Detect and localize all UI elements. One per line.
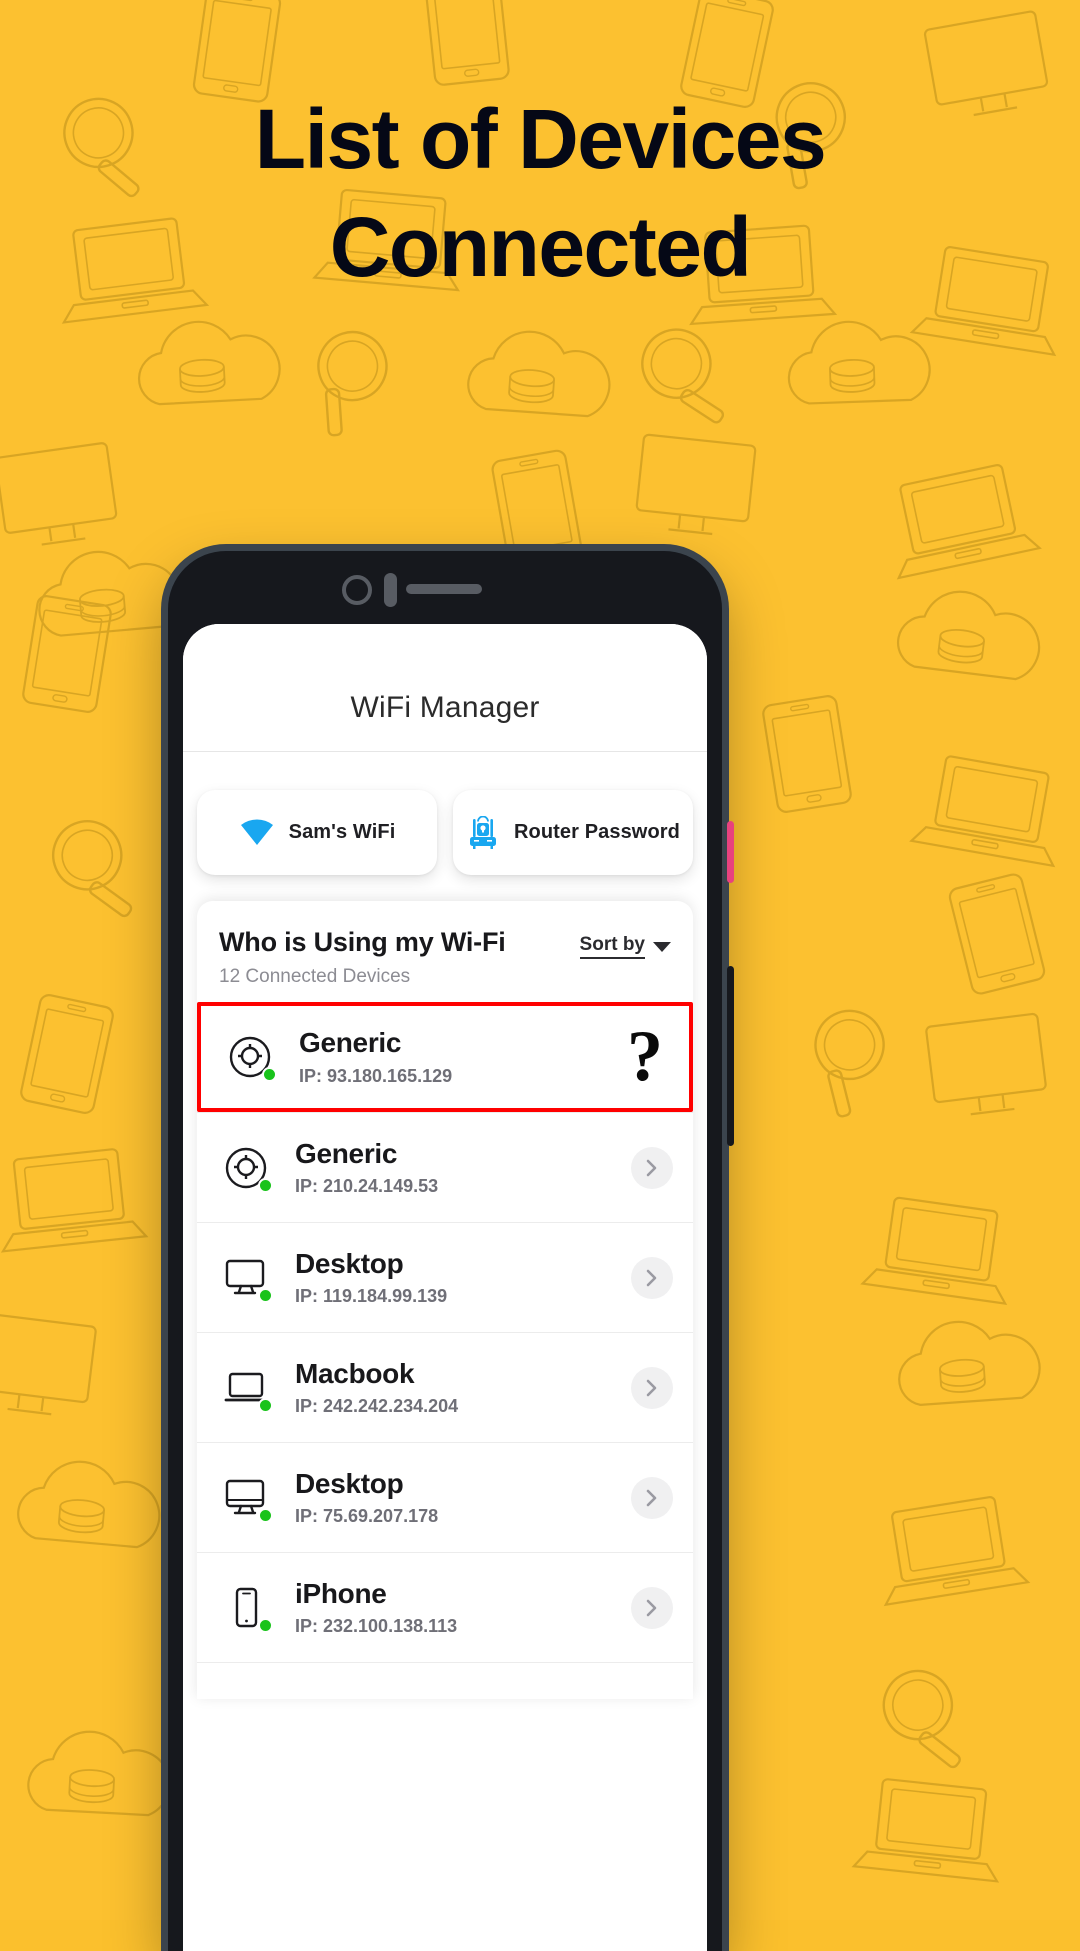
device-name: Generic bbox=[295, 1137, 398, 1169]
tab-sams-wifi[interactable]: Sam's WiFi bbox=[197, 790, 437, 875]
headline-line-2: Connected bbox=[329, 199, 752, 294]
app-title: WiFi Manager bbox=[350, 691, 540, 724]
laptop-icon bbox=[217, 1359, 275, 1417]
phone-icon bbox=[217, 1579, 275, 1637]
device-row-partial[interactable] bbox=[197, 1662, 693, 1699]
chevron-right-icon[interactable] bbox=[631, 1366, 673, 1409]
chevron-right-icon[interactable] bbox=[631, 1146, 673, 1189]
card-header-text: Who is Using my Wi-Fi 12 Connected Devic… bbox=[219, 927, 506, 988]
wifi-icon bbox=[239, 818, 275, 847]
phone-top-bezel bbox=[168, 551, 722, 624]
router-lock-icon bbox=[466, 815, 500, 850]
device-ip: IP: 75.69.207.178 bbox=[295, 1506, 439, 1527]
question-mark-icon: ? bbox=[627, 1016, 663, 1097]
device-row[interactable]: Macbook IP: 242.242.234.204 bbox=[197, 1332, 693, 1442]
proximity-sensor-icon bbox=[384, 573, 397, 607]
device-name: iPhone bbox=[295, 1577, 387, 1609]
earpiece-speaker-icon bbox=[406, 584, 482, 594]
chevron-right-icon[interactable] bbox=[631, 1256, 673, 1299]
card-title: Who is Using my Wi-Fi bbox=[219, 927, 506, 957]
device-ip: IP: 232.100.138.113 bbox=[295, 1616, 458, 1637]
connected-devices-count: 12 Connected Devices bbox=[219, 966, 411, 987]
device-name: Desktop bbox=[295, 1247, 404, 1279]
device-row[interactable]: Desktop IP: 119.184.99.139 bbox=[197, 1222, 693, 1332]
card-header: Who is Using my Wi-Fi 12 Connected Devic… bbox=[197, 901, 693, 1002]
tab-bar: Sam's WiFi Router Password bbox=[183, 752, 707, 897]
online-status-dot bbox=[262, 1067, 277, 1082]
device-row[interactable]: Desktop IP: 75.69.207.178 bbox=[197, 1442, 693, 1552]
tab-sams-wifi-label: Sam's WiFi bbox=[288, 821, 396, 843]
device-row[interactable]: iPhone IP: 232.100.138.113 bbox=[197, 1552, 693, 1662]
device-ip: IP: 119.184.99.139 bbox=[295, 1286, 448, 1307]
online-status-dot bbox=[258, 1177, 273, 1193]
device-ip: IP: 210.24.149.53 bbox=[295, 1176, 439, 1197]
phone-side-button-top bbox=[727, 821, 734, 883]
device-name: Generic bbox=[299, 1027, 402, 1059]
connected-devices-card: Who is Using my Wi-Fi 12 Connected Devic… bbox=[197, 901, 693, 1699]
device-info: Macbook IP: 242.242.234.204 bbox=[295, 1358, 631, 1417]
online-status-dot bbox=[258, 1287, 273, 1303]
online-status-dot bbox=[258, 1397, 273, 1413]
phone-mockup: WiFi Manager Sam's WiFi Router Password … bbox=[168, 551, 734, 1951]
device-ip: IP: 242.242.234.204 bbox=[295, 1396, 459, 1417]
sort-by-button[interactable]: Sort by bbox=[579, 927, 671, 959]
tab-router-password-label: Router Password bbox=[514, 821, 680, 843]
chevron-right-icon[interactable] bbox=[631, 1586, 673, 1629]
generic-device-icon bbox=[221, 1028, 279, 1086]
device-row[interactable]: Generic IP: 210.24.149.53 bbox=[197, 1112, 693, 1222]
online-status-dot bbox=[258, 1617, 273, 1633]
tab-router-password[interactable]: Router Password bbox=[453, 790, 693, 875]
app-bar: WiFi Manager bbox=[183, 624, 707, 752]
device-info: iPhone IP: 232.100.138.113 bbox=[295, 1578, 631, 1637]
device-info: Desktop IP: 75.69.207.178 bbox=[295, 1468, 631, 1527]
chevron-down-icon bbox=[653, 942, 671, 953]
monitor-icon bbox=[217, 1249, 275, 1307]
phone-screen: WiFi Manager Sam's WiFi Router Password … bbox=[183, 624, 707, 1951]
device-ip: IP: 93.180.165.129 bbox=[299, 1065, 453, 1086]
generic-device-icon bbox=[217, 1139, 275, 1197]
imac-icon bbox=[217, 1469, 275, 1527]
front-camera-icon bbox=[342, 575, 372, 605]
promo-headline: List of Devices Connected bbox=[0, 86, 1080, 301]
device-name: Macbook bbox=[295, 1357, 415, 1389]
device-info: Generic IP: 210.24.149.53 bbox=[295, 1138, 631, 1197]
chevron-right-icon[interactable] bbox=[631, 1476, 673, 1519]
headline-line-1: List of Devices bbox=[254, 92, 827, 186]
sort-by-label: Sort by bbox=[579, 933, 645, 959]
device-row[interactable]: Generic IP: 93.180.165.129 ? bbox=[197, 1002, 693, 1112]
phone-side-button-bottom bbox=[727, 966, 734, 1146]
device-name: Desktop bbox=[295, 1467, 404, 1499]
online-status-dot bbox=[258, 1507, 273, 1523]
device-info: Generic IP: 93.180.165.129 bbox=[299, 1027, 627, 1086]
device-info: Desktop IP: 119.184.99.139 bbox=[295, 1248, 631, 1307]
